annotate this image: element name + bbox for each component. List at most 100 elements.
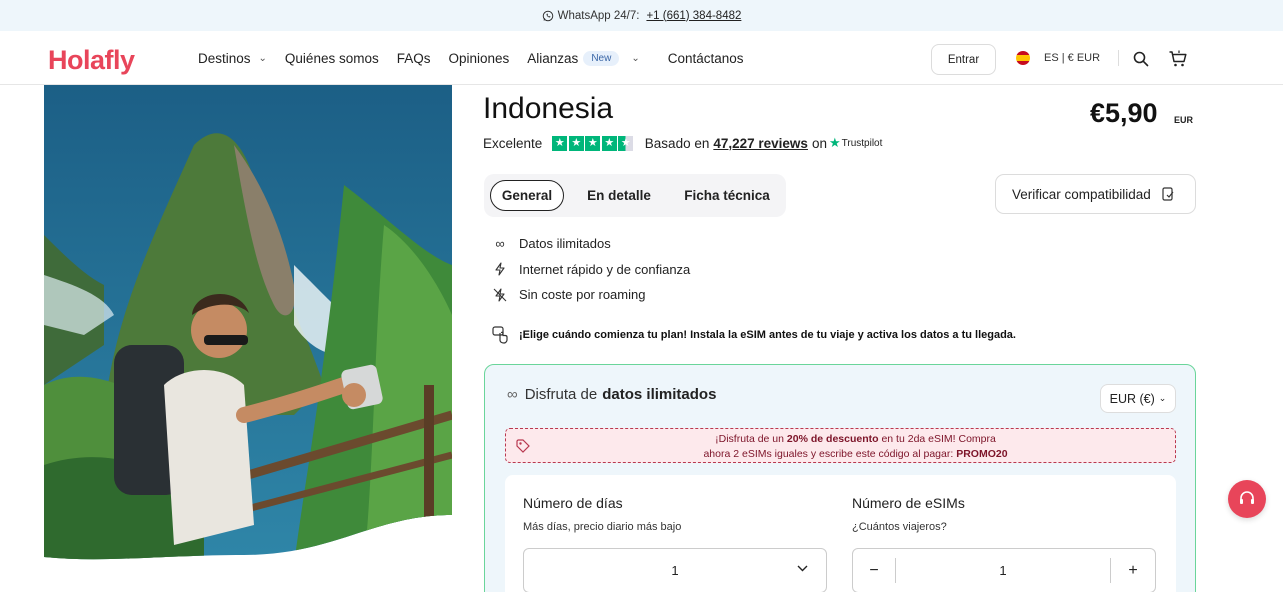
feature-list: ∞ Datos ilimitados Internet rápido y de … xyxy=(491,231,690,308)
nav-item-destinos[interactable]: Destinos ⌄ xyxy=(198,51,267,66)
nav-item-faqs[interactable]: FAQs xyxy=(397,51,431,66)
nav-item-contactanos[interactable]: Contáctanos xyxy=(668,51,744,66)
locale-label: ES | € EUR xyxy=(1044,52,1101,64)
based-on-label: Basado en xyxy=(644,135,710,151)
trustpilot-logo: ★ Trustpilot xyxy=(829,135,882,151)
days-subtitle: Más días, precio diario más bajo xyxy=(523,521,682,533)
nav-label: Contáctanos xyxy=(667,50,744,66)
whatsapp-contact: WhatsApp 24/7: +1 (661) 384-8482 xyxy=(542,9,741,22)
feature-item: ∞ Datos ilimitados xyxy=(491,231,690,257)
trustpilot-star-icon: ★ xyxy=(828,135,841,150)
whatsapp-bar: WhatsApp 24/7: +1 (661) 384-8482 xyxy=(0,0,1283,31)
esims-quantity-stepper: − 1 + xyxy=(852,548,1156,592)
lightning-icon xyxy=(491,261,509,277)
cart-icon[interactable] xyxy=(1168,49,1188,69)
nav-label: Quiénes somos xyxy=(284,50,379,66)
chevron-down-icon: ⌄ xyxy=(258,52,267,64)
verify-label: Verificar compatibilidad xyxy=(1012,186,1151,202)
nav-item-alianzas[interactable]: Alianzas New ⌄ xyxy=(527,50,640,66)
spain-flag-icon xyxy=(1016,51,1030,65)
main-nav: Destinos ⌄ Quiénes somos FAQs Opiniones … xyxy=(198,31,762,85)
feature-label: Datos ilimitados xyxy=(519,236,611,252)
promo-text-part: ¡Disfruta de un xyxy=(715,433,787,445)
currency-select[interactable]: EUR (€) ⌄ xyxy=(1100,384,1176,413)
rating-label: Excelente xyxy=(483,135,543,151)
nav-item-opiniones[interactable]: Opiniones xyxy=(448,51,509,66)
chevron-down-icon: ⌄ xyxy=(631,52,640,64)
days-value: 1 xyxy=(671,563,679,578)
plan-card: ∞ Disfruta de datos ilimitados EUR (€) ⌄… xyxy=(484,364,1196,592)
whatsapp-icon xyxy=(542,10,553,21)
feature-label: Internet rápido y de confianza xyxy=(519,261,691,277)
header-divider xyxy=(1118,50,1119,66)
tab-ficha-tecnica[interactable]: Ficha técnica xyxy=(674,180,780,211)
promo-code: PROMO20 xyxy=(956,448,1008,460)
nav-label: Destinos xyxy=(198,50,251,66)
promo-banner: ¡Disfruta de un 20% de descuento en tu 2… xyxy=(505,428,1176,463)
new-badge: New xyxy=(583,50,620,66)
no-roaming-icon xyxy=(491,287,509,303)
nav-item-quienes-somos[interactable]: Quiénes somos xyxy=(285,51,379,66)
star-icon: ★ xyxy=(585,135,601,151)
esims-title: Número de eSIMs xyxy=(852,495,965,511)
trustpilot-name: Trustpilot xyxy=(841,137,883,149)
plan-heading-bold: datos ilimitados xyxy=(602,386,717,403)
price-currency: EUR xyxy=(1174,115,1194,125)
decrement-button[interactable]: − xyxy=(853,549,895,592)
esims-value[interactable]: 1 xyxy=(896,549,1110,592)
nav-label: FAQs xyxy=(396,50,431,66)
phone-check-icon xyxy=(1162,187,1174,201)
chat-support-button[interactable] xyxy=(1228,480,1266,518)
tab-general[interactable]: General xyxy=(490,180,564,211)
promo-line-2: ahora 2 eSIMs iguales y escribe este cód… xyxy=(546,447,1165,462)
tab-en-detalle[interactable]: En detalle xyxy=(579,180,659,211)
plan-options: Número de días Más días, precio diario m… xyxy=(505,475,1176,592)
promo-text: ¡Disfruta de un 20% de descuento en tu 2… xyxy=(546,432,1165,462)
promo-text-part: ahora 2 eSIMs iguales y escribe este cód… xyxy=(703,448,957,460)
nav-label: Opiniones xyxy=(448,50,510,66)
promo-line-1: ¡Disfruta de un 20% de descuento en tu 2… xyxy=(546,432,1165,447)
esims-subtitle: ¿Cuántos viajeros? xyxy=(852,521,947,533)
feature-label: Sin coste por roaming xyxy=(519,287,646,303)
login-button[interactable]: Entrar xyxy=(931,44,996,75)
on-label: on xyxy=(811,135,827,151)
verify-compatibility-button[interactable]: Verificar compatibilidad xyxy=(995,174,1196,214)
holafly-logo[interactable]: Holafly xyxy=(48,45,135,76)
nav-label: Alianzas xyxy=(527,50,579,66)
feature-item: Sin coste por roaming xyxy=(491,282,690,308)
chevron-down-icon: ⌄ xyxy=(1158,393,1167,403)
plan-start-text: ¡Elige cuándo comienza tu plan! Instala … xyxy=(519,329,1016,341)
chevron-down-icon xyxy=(797,563,808,575)
product-tabs: General En detalle Ficha técnica xyxy=(484,174,786,217)
promo-discount: 20% de descuento xyxy=(786,433,879,445)
whatsapp-label: WhatsApp 24/7: xyxy=(557,9,640,22)
trustpilot-rating[interactable]: Excelente ★ ★ ★ ★ ★ Basado en 47,227 rev… xyxy=(483,134,882,152)
tag-icon xyxy=(516,439,530,453)
rating-stars: ★ ★ ★ ★ ★ xyxy=(552,135,635,151)
days-select[interactable]: 1 xyxy=(523,548,827,592)
reviews-link[interactable]: 47,227 reviews xyxy=(713,136,808,151)
days-title: Número de días xyxy=(523,495,623,511)
promo-text-part: en tu 2da eSIM! Compra xyxy=(878,433,996,445)
star-icon: ★ xyxy=(568,135,584,151)
product-title: Indonesia xyxy=(483,92,614,125)
plan-heading: ∞ Disfruta de datos ilimitados xyxy=(507,386,716,403)
plan-start-notice: ¡Elige cuándo comienza tu plan! Instala … xyxy=(491,325,1016,345)
currency-select-value: EUR (€) xyxy=(1109,391,1155,406)
destination-hero-image xyxy=(44,85,452,565)
star-icon: ★ xyxy=(552,135,568,151)
tap-hand-icon xyxy=(492,326,508,344)
product-price: €5,90 xyxy=(1090,98,1158,128)
increment-button[interactable]: + xyxy=(1111,549,1155,592)
search-icon[interactable] xyxy=(1133,51,1149,67)
infinity-icon: ∞ xyxy=(507,386,518,403)
whatsapp-phone-link[interactable]: +1 (661) 384-8482 xyxy=(646,10,741,22)
plan-heading-prefix: Disfruta de xyxy=(524,386,598,403)
half-star-icon: ★ xyxy=(618,135,634,151)
star-icon: ★ xyxy=(601,135,617,151)
indonesia-cliff-photo xyxy=(44,85,452,560)
locale-selector[interactable]: ES | € EUR xyxy=(1016,31,1100,85)
feature-item: Internet rápido y de confianza xyxy=(491,257,690,283)
headset-icon xyxy=(1240,491,1254,504)
infinity-icon: ∞ xyxy=(495,236,505,252)
